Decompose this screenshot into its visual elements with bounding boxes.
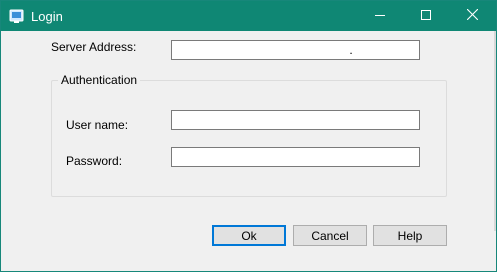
close-icon <box>466 8 478 23</box>
password-label: Password: <box>66 154 123 168</box>
authentication-group: Authentication <box>51 73 447 197</box>
help-button[interactable]: Help <box>373 225 447 246</box>
maximize-icon <box>421 9 431 23</box>
server-address-label: Server Address: <box>51 40 137 54</box>
ok-button[interactable]: Ok <box>212 225 286 246</box>
close-button[interactable] <box>449 1 495 31</box>
authentication-group-title: Authentication <box>58 73 141 87</box>
login-app-icon <box>9 8 25 24</box>
minimize-icon <box>375 9 385 23</box>
window-title: Login <box>31 9 63 24</box>
title-bar[interactable]: Login <box>1 1 496 31</box>
maximize-button[interactable] <box>403 1 449 31</box>
cancel-button[interactable]: Cancel <box>293 225 367 246</box>
password-input[interactable] <box>171 147 420 167</box>
dialog-body: Server Address: Authentication User name… <box>1 31 496 271</box>
server-address-input[interactable] <box>171 40 420 60</box>
window-right-edge <box>494 31 496 231</box>
login-window: Login Server Address: Authentication Use… <box>0 0 497 272</box>
username-label: User name: <box>66 118 129 132</box>
minimize-button[interactable] <box>357 1 403 31</box>
username-input[interactable] <box>171 110 420 130</box>
